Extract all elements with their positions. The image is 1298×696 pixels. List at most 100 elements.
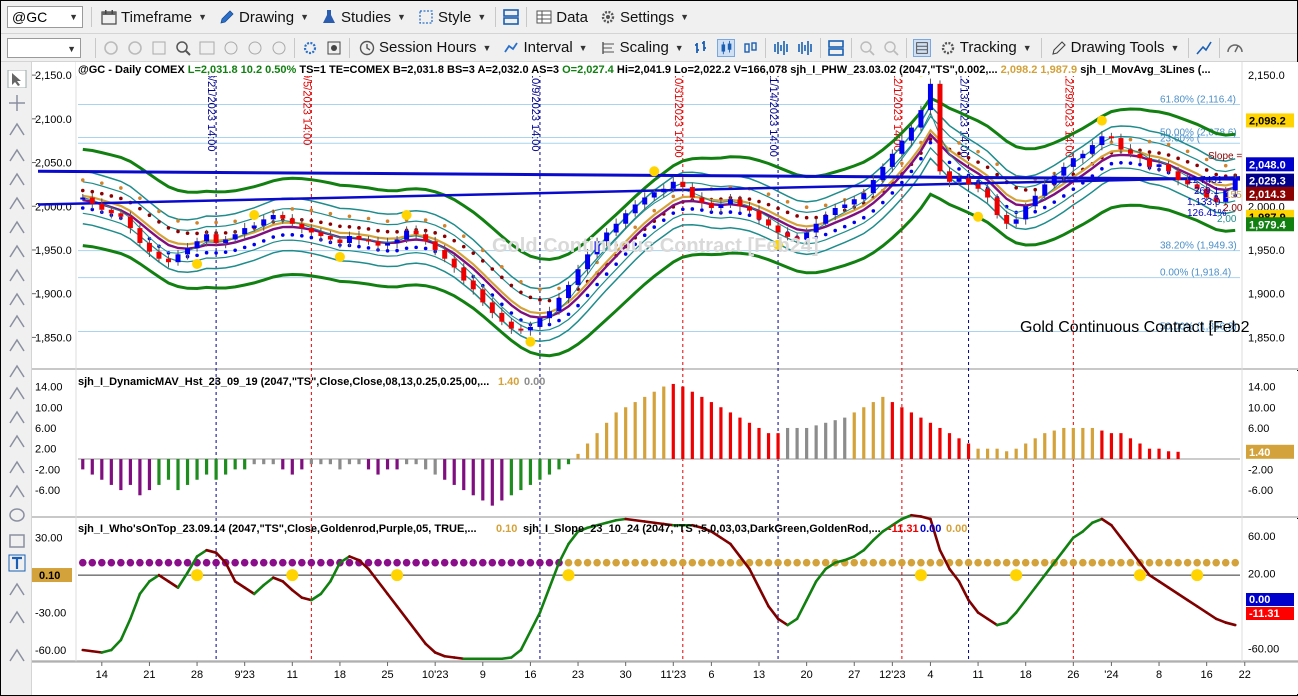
symbol-combo[interactable]: @GC ▼ xyxy=(7,6,83,28)
whos-on-top-dot xyxy=(345,558,354,567)
arrow-up-icon[interactable] xyxy=(7,482,27,500)
lines-icon[interactable] xyxy=(7,336,27,354)
slope-note: Slope = xyxy=(1208,151,1242,162)
pointer-icon[interactable] xyxy=(7,70,27,88)
histogram-bar xyxy=(814,425,818,460)
whos-on-top-dot xyxy=(1193,558,1201,567)
text-icon[interactable] xyxy=(7,554,27,572)
parallel-icon[interactable] xyxy=(7,290,27,308)
list-icon[interactable] xyxy=(150,39,168,57)
andrews-icon[interactable] xyxy=(7,362,27,380)
ruler-icon[interactable] xyxy=(7,146,27,164)
side-note: 1,133.0 xyxy=(1187,197,1221,208)
image-icon[interactable] xyxy=(198,39,216,57)
x-tick-label: 12'23 xyxy=(879,669,906,681)
trendline-icon[interactable] xyxy=(7,242,27,260)
data-window-icon[interactable] xyxy=(912,38,931,57)
chart-analysis-icon[interactable] xyxy=(222,39,240,57)
link-icon[interactable] xyxy=(126,39,144,57)
interval-menu[interactable]: Interval ▼ xyxy=(497,35,593,61)
timeframe-label: Timeframe xyxy=(121,8,193,26)
maroon-dot xyxy=(461,244,466,249)
bar-chart-icon[interactable] xyxy=(693,39,711,57)
whos-on-top-dot xyxy=(802,558,811,567)
whos-on-top-dot xyxy=(698,558,706,567)
crosshair-icon[interactable] xyxy=(7,94,27,112)
maroon-dot xyxy=(328,222,333,226)
rectangle-icon[interactable] xyxy=(7,532,27,550)
clock-icon xyxy=(359,40,375,55)
osc-badge-label: -11.31 xyxy=(1249,608,1280,620)
blue-dot xyxy=(557,318,561,323)
refresh-icon[interactable] xyxy=(102,39,120,57)
arc-icon[interactable] xyxy=(7,408,27,426)
channel-icon[interactable] xyxy=(7,266,27,284)
arrow-icon[interactable] xyxy=(7,170,27,188)
blue-dot xyxy=(861,215,866,220)
zoom-in-icon[interactable] xyxy=(858,39,876,57)
candle-body xyxy=(337,239,343,243)
cycle-icon[interactable] xyxy=(7,432,27,450)
volume-bars-icon[interactable] xyxy=(772,39,790,57)
chart-area[interactable]: 2,150.02,150.02,100.02,100.02,050.02,050… xyxy=(32,62,1298,696)
candle-body xyxy=(975,184,981,189)
whos-on-top-dot xyxy=(1059,558,1068,567)
studies-menu[interactable]: Studies ▼ xyxy=(315,4,412,30)
x-tick-label: 23 xyxy=(572,669,584,681)
scaling-menu[interactable]: Scaling ▼ xyxy=(594,35,690,61)
zoom-out-icon[interactable] xyxy=(882,39,900,57)
hand-icon[interactable] xyxy=(7,194,27,212)
orange-dot xyxy=(671,194,676,199)
maroon-dot xyxy=(166,226,171,230)
tracking-menu[interactable]: Tracking ▼ xyxy=(934,35,1038,61)
arrow-down-icon[interactable] xyxy=(7,458,27,476)
hollow-candle-icon[interactable] xyxy=(741,39,759,57)
orange-dot xyxy=(976,149,980,154)
candle-body xyxy=(204,234,210,242)
slope-segment xyxy=(633,518,647,523)
candlestick-icon[interactable] xyxy=(716,38,735,57)
maroon-dot xyxy=(223,231,228,235)
orange-dot xyxy=(157,209,161,214)
scanner-icon[interactable] xyxy=(270,39,288,57)
maroon-dot xyxy=(100,191,104,196)
expand-icon[interactable] xyxy=(7,646,27,664)
wrench-icon[interactable] xyxy=(7,120,27,138)
magnifier-icon[interactable] xyxy=(174,39,192,57)
interval-combo[interactable]: ▼ xyxy=(7,37,81,58)
histogram-bar xyxy=(490,459,494,506)
histogram-bar xyxy=(795,427,799,460)
fib-icon[interactable] xyxy=(7,218,27,236)
properties-icon[interactable] xyxy=(325,39,343,57)
candle-body xyxy=(956,178,962,182)
x-tick-label: 21 xyxy=(143,669,155,681)
bars-icon[interactable] xyxy=(7,384,27,402)
settings-menu[interactable]: Settings ▼ xyxy=(594,4,695,30)
grid-icon[interactable] xyxy=(7,312,27,330)
ellipse-icon[interactable] xyxy=(7,506,27,524)
pattern-icon[interactable] xyxy=(246,39,264,57)
format-gear-icon[interactable] xyxy=(301,39,319,57)
style-menu[interactable]: Style ▼ xyxy=(412,4,492,30)
speedometer-icon[interactable] xyxy=(1226,39,1244,57)
tick-bars-icon[interactable] xyxy=(796,39,814,57)
hist-y-tick-right: 6.00 xyxy=(1248,423,1269,435)
candle-body xyxy=(1099,136,1105,146)
data-menu[interactable]: Data xyxy=(530,4,594,30)
histogram-bar xyxy=(1024,443,1028,460)
candle-body xyxy=(727,199,733,205)
session-hours-menu[interactable]: Session Hours ▼ xyxy=(353,35,497,61)
drawing-menu[interactable]: Drawing ▼ xyxy=(213,4,315,30)
histogram-bar xyxy=(195,459,199,480)
sub-chart-icon[interactable] xyxy=(827,39,845,57)
timeframe-menu[interactable]: Timeframe ▼ xyxy=(95,4,213,30)
candle-body xyxy=(127,216,133,229)
maroon-dot xyxy=(385,229,390,234)
window-layout-icon[interactable] xyxy=(502,8,520,26)
slope-segment xyxy=(624,517,637,522)
triangle-icon[interactable] xyxy=(7,580,27,598)
blue-dot xyxy=(852,220,857,225)
trendline-icon[interactable] xyxy=(1195,39,1213,57)
divider-icon[interactable] xyxy=(7,608,27,626)
drawing-tools-menu[interactable]: Drawing Tools ▼ xyxy=(1045,35,1186,61)
